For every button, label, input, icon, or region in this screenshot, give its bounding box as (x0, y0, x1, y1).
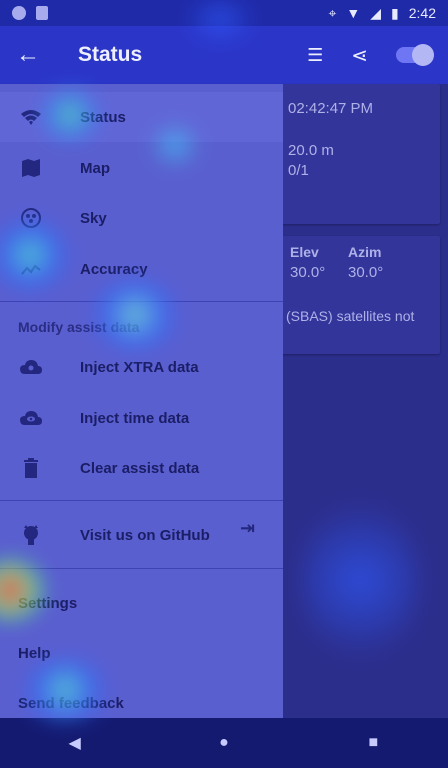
cloud-eye-icon (18, 405, 44, 431)
drawer-item-label: Visit us on GitHub (80, 526, 210, 544)
signal-icon: ◢ (370, 4, 382, 21)
page-title: Status (78, 43, 143, 66)
back-arrow-icon[interactable]: ← (16, 41, 44, 69)
drawer-item-clear-assist[interactable]: Clear assist data (0, 443, 283, 493)
drawer-item-accuracy[interactable]: Accuracy (0, 244, 283, 294)
divider (0, 301, 283, 302)
notification-dot-icon (12, 6, 26, 20)
drawer-item-label: Accuracy (80, 260, 148, 278)
open-external-icon: ⇥ (240, 518, 256, 538)
drawer-item-help[interactable]: Help (18, 645, 51, 662)
time-value: 02:42:47 PM (288, 100, 374, 117)
azim-value: 30.0° (348, 264, 384, 281)
navigation-drawer: Status Map Sky Accuracy Modify assist da… (0, 84, 283, 718)
accuracy-value: 20.0 m (288, 142, 334, 159)
divider (0, 500, 283, 501)
sd-card-icon (36, 6, 48, 20)
drawer-item-label: Status (80, 108, 126, 126)
drawer-item-settings[interactable]: Settings (18, 595, 77, 612)
drawer-item-label: Inject XTRA data (80, 358, 199, 376)
drawer-item-sky[interactable]: Sky (0, 193, 283, 243)
drawer-item-github[interactable]: Visit us on GitHub ⇥ (0, 510, 283, 560)
drawer-item-inject-time[interactable]: Inject time data (0, 393, 283, 443)
nav-recents-button[interactable]: ■ (353, 734, 393, 752)
wifi-status-icon: ▼ (346, 5, 361, 21)
sky-icon (18, 205, 44, 231)
system-nav-bar: ◀ ● ■ (0, 718, 448, 768)
app-bar: ← Status ☰ ⋖ (0, 26, 448, 84)
cloud-gear-icon (18, 354, 44, 380)
drawer-item-label: Clear assist data (80, 459, 200, 477)
divider (0, 568, 283, 569)
location-icon: ⌖ (328, 4, 337, 21)
drawer-item-label: Inject time data (80, 409, 190, 427)
satellite-count: 0/1 (288, 162, 309, 179)
status-bar: ⌖ ▼ ◢ ▮ 2:42 (0, 0, 448, 26)
drawer-item-map[interactable]: Map (0, 143, 283, 193)
share-icon[interactable]: ⋖ (351, 43, 368, 68)
drawer-item-label: Sky (80, 209, 107, 227)
wifi-icon (18, 104, 44, 130)
elev-value: 30.0° (290, 264, 326, 281)
trash-icon (18, 455, 44, 481)
gps-toggle[interactable] (396, 44, 434, 66)
drawer-item-feedback[interactable]: Send feedback (18, 695, 124, 712)
nav-home-button[interactable]: ● (204, 734, 244, 752)
sort-icon[interactable]: ☰ (307, 45, 323, 66)
trend-icon (18, 256, 44, 282)
nav-back-button[interactable]: ◀ (55, 733, 95, 753)
drawer-item-label: Map (80, 159, 110, 177)
col-azim: Azim (348, 244, 382, 260)
drawer-item-inject-xtra[interactable]: Inject XTRA data (0, 342, 283, 392)
clock: 2:42 (408, 5, 436, 21)
battery-icon: ▮ (391, 4, 399, 21)
section-title: Modify assist data (18, 319, 140, 335)
github-icon (18, 522, 44, 548)
sbas-note: (SBAS) satellites not (286, 308, 415, 324)
drawer-item-status[interactable]: Status (0, 92, 283, 142)
col-elev: Elev (290, 244, 319, 260)
map-icon (18, 155, 44, 181)
